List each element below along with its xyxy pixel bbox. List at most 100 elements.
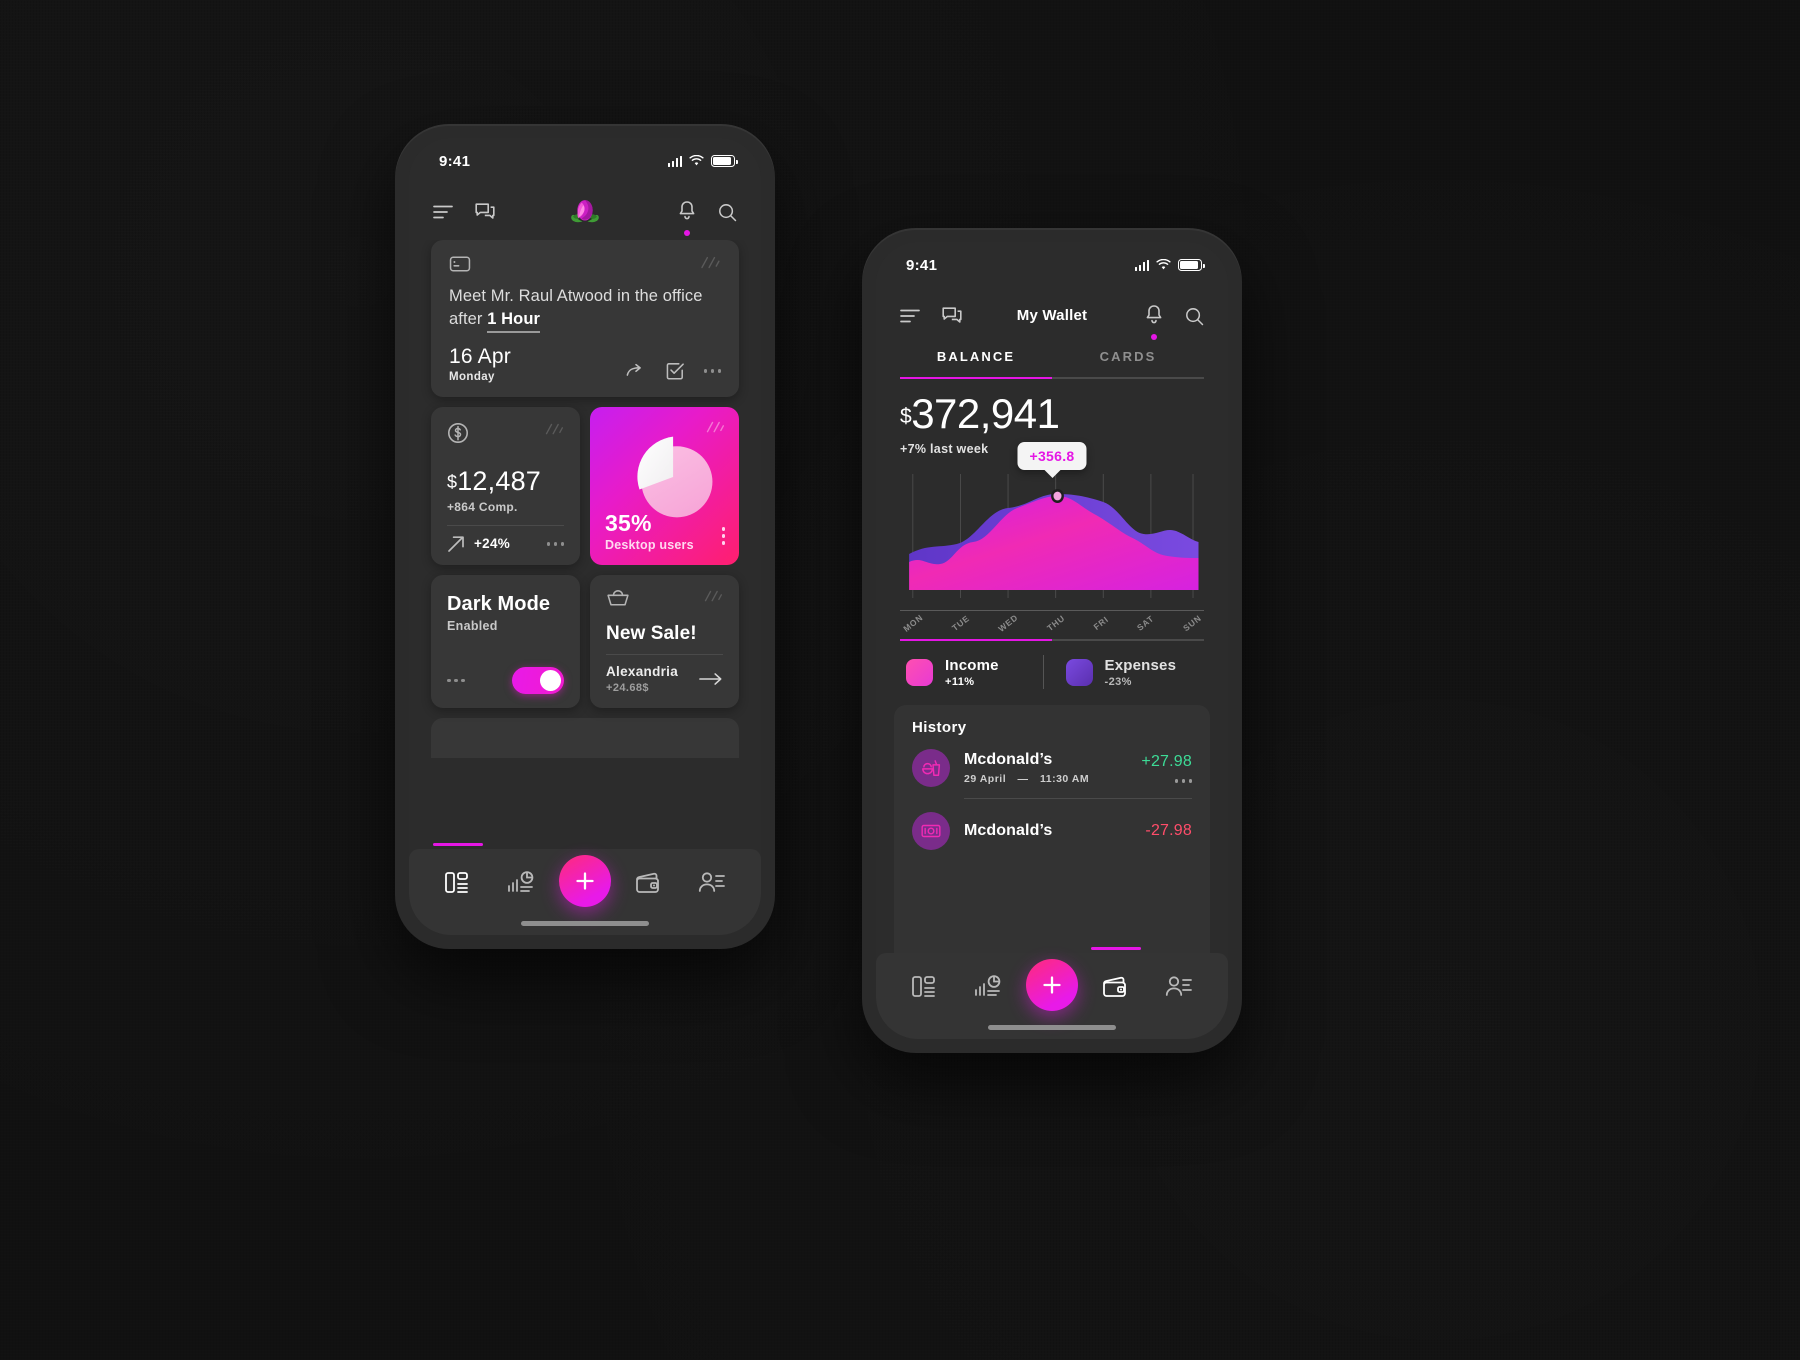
chart-x-labels: MON TUE WED THU FRI SAT SUN [876, 611, 1228, 634]
new-sale-card[interactable]: New Sale! Alexandria +24.68$ [590, 574, 739, 708]
cellular-bars-icon [1134, 259, 1149, 271]
sidebar-item-wallet[interactable] [625, 859, 673, 907]
shopping-basket-icon [607, 589, 629, 606]
sidebar-item-contacts[interactable] [1155, 963, 1203, 1011]
toggle-knob [540, 669, 561, 691]
notification-dot [1151, 333, 1157, 340]
avatar [912, 812, 950, 850]
tab-bar-right [876, 947, 1228, 1039]
vertical-dots-icon[interactable] [721, 527, 725, 545]
left-content: Meet Mr. Raul Atwood in the office after… [409, 240, 761, 849]
transaction-meta: 29 April — 11:30 AM [964, 773, 1127, 785]
tab-cards[interactable]: CARDS [1052, 348, 1204, 377]
list-item[interactable]: Mcdonald’s 29 April — 11:30 AM +27.98 [912, 736, 1192, 798]
active-tab-indicator [433, 843, 484, 846]
x-label-thu: THU [1045, 612, 1068, 634]
status-bar-left: 9:41 [409, 138, 761, 184]
wifi-icon [689, 155, 704, 166]
legend-swatch-expenses [1065, 658, 1093, 686]
rosebud-logo-icon [571, 200, 599, 223]
more-dots-icon[interactable] [546, 542, 564, 546]
amount-number: 12,487 [457, 465, 542, 496]
status-icons [667, 155, 738, 167]
transaction-amount: +27.98 [1141, 753, 1192, 771]
wallet-icon [636, 872, 660, 893]
balance-value: 372,941 [911, 390, 1060, 437]
add-button[interactable] [1025, 959, 1078, 1011]
legend-item-expenses[interactable]: Expenses -23% [1048, 657, 1199, 688]
legend-change-income: +11% [945, 675, 975, 688]
avatar [912, 749, 950, 787]
card-wallet-icon [449, 256, 471, 272]
dashboard-layout-icon [445, 872, 469, 893]
history-title: History [912, 719, 967, 736]
tab-balance[interactable]: BALANCE [900, 348, 1052, 377]
sidebar-item-dashboard[interactable] [433, 843, 484, 907]
sidebar-item-contacts[interactable] [688, 859, 736, 907]
transaction-name: Mcdonald’s [964, 751, 1053, 768]
x-label-sun: SUN [1180, 612, 1203, 634]
sidebar-item-dashboard[interactable] [901, 963, 949, 1011]
balance-chart[interactable]: +356.8 [900, 442, 1204, 610]
legend-swatch-income [906, 658, 933, 686]
chat-bubble-icon[interactable] [475, 203, 495, 221]
battery-icon [1178, 259, 1205, 271]
pie-card[interactable]: 35% Desktop users [590, 406, 739, 565]
active-tab-indicator [1091, 947, 1142, 950]
wallet-icon [1103, 976, 1127, 997]
sale-title: New Sale! [606, 622, 697, 644]
wifi-icon [1156, 259, 1171, 270]
amount-subtitle: +864 Comp. [447, 499, 518, 514]
hamburger-menu-icon[interactable] [433, 205, 453, 219]
battery-icon [711, 155, 738, 167]
share-arrow-icon[interactable] [626, 363, 646, 379]
bell-notification-icon[interactable] [1145, 304, 1163, 340]
cellular-bars-icon [667, 155, 682, 167]
meeting-date: 16 Apr [449, 344, 511, 368]
amount-card[interactable]: $12,487 +864 Comp. +24% [431, 406, 580, 565]
search-icon[interactable] [1185, 307, 1204, 326]
sidebar-item-wallet[interactable] [1091, 947, 1142, 1011]
amount-trend-value: +24% [474, 536, 511, 552]
transaction-name: Mcdonald’s [964, 822, 1053, 839]
user-list-icon [1165, 976, 1192, 996]
status-time: 9:41 [906, 256, 938, 274]
pie-label: Desktop users [605, 537, 694, 552]
dark-mode-title: Dark Mode [447, 592, 551, 615]
slashes-icon [545, 423, 563, 435]
arrow-up-right-icon [448, 536, 464, 552]
search-icon[interactable] [718, 203, 737, 222]
arrow-right-icon[interactable] [699, 671, 723, 687]
chat-bubble-icon[interactable] [942, 307, 962, 325]
legend-item-income[interactable]: Income +11% [906, 657, 1039, 688]
legend-divider [1042, 655, 1044, 689]
meeting-card[interactable]: Meet Mr. Raul Atwood in the office after… [431, 240, 739, 397]
next-card-peek [431, 717, 739, 758]
wallet-tabs: BALANCE CARDS [876, 344, 1228, 377]
plus-icon [1043, 976, 1061, 994]
status-icons [1134, 259, 1205, 271]
more-dots-icon[interactable] [1141, 779, 1192, 783]
transaction-amount: -27.98 [1145, 822, 1192, 839]
amount-value: $12,487 [447, 466, 564, 497]
plus-icon [576, 872, 594, 890]
list-item[interactable]: Mcdonald’s -27.98 [912, 799, 1192, 861]
transaction-separator: — [1017, 773, 1029, 785]
checkbox-check-icon[interactable] [666, 362, 684, 380]
more-dots-icon[interactable] [703, 369, 721, 373]
sidebar-item-analytics[interactable] [964, 963, 1012, 1011]
bell-notification-icon[interactable] [678, 200, 696, 236]
add-button[interactable] [558, 855, 611, 907]
hamburger-menu-icon[interactable] [900, 309, 920, 323]
sidebar-item-analytics[interactable] [497, 859, 545, 907]
balance-currency: $ [900, 405, 912, 428]
sale-customer-name: Alexandria [606, 663, 679, 679]
balance-amount: $372,941 [900, 393, 1204, 435]
phone-left-screen: 9:41 Meet Mr. Raul Atwood in the office … [409, 138, 761, 935]
more-dots-icon[interactable] [447, 678, 465, 683]
transaction-time: 11:30 AM [1039, 773, 1090, 785]
user-list-icon [698, 872, 725, 892]
fast-food-drink-icon [922, 760, 941, 776]
dark-mode-toggle[interactable] [512, 666, 564, 694]
dark-mode-card[interactable]: Dark Mode Enabled [431, 574, 580, 708]
